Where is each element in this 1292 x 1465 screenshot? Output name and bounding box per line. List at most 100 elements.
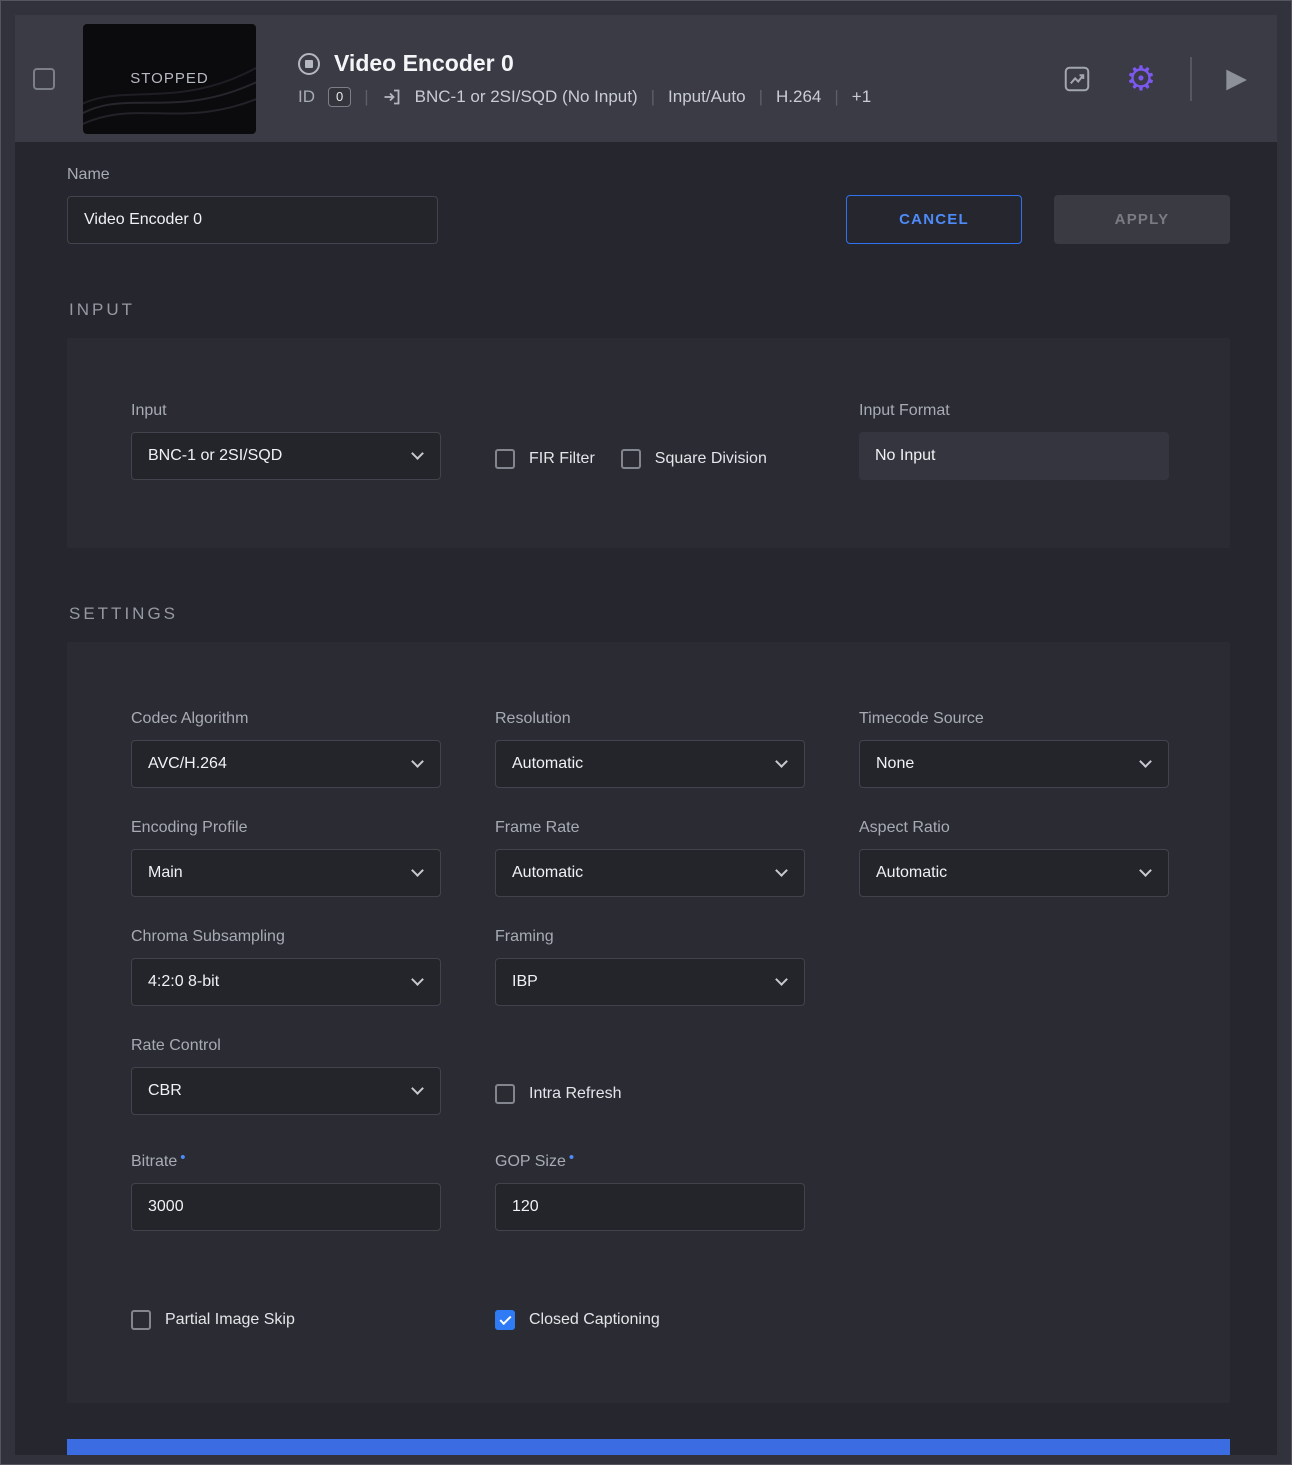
codec-algorithm-label: Codec Algorithm bbox=[131, 710, 441, 728]
chevron-down-icon bbox=[411, 1082, 424, 1095]
frame-rate-group: Frame Rate Automatic bbox=[495, 819, 805, 897]
id-label: ID bbox=[298, 87, 315, 107]
gop-size-label: GOP Size bbox=[495, 1149, 805, 1171]
apply-button[interactable]: APPLY bbox=[1054, 195, 1230, 244]
chevron-down-icon bbox=[775, 864, 788, 877]
input-format-text: No Input bbox=[875, 447, 935, 465]
fir-filter-label[interactable]: FIR Filter bbox=[529, 450, 595, 468]
meta-input-source: BNC-1 or 2SI/SQD (No Input) bbox=[415, 87, 638, 107]
closed-captioning-checkbox[interactable] bbox=[495, 1310, 515, 1330]
partial-image-skip-check-item: Partial Image Skip bbox=[131, 1310, 441, 1330]
input-format-label: Input Format bbox=[859, 402, 1169, 420]
name-field-group: Name bbox=[67, 166, 438, 244]
stats-chart-button[interactable] bbox=[1062, 64, 1092, 94]
settings-gear-button[interactable]: ⚙ bbox=[1126, 62, 1156, 96]
title-row: Video Encoder 0 bbox=[298, 50, 871, 77]
name-row: Name CANCEL APPLY bbox=[67, 166, 1230, 244]
intra-refresh-checkbox[interactable] bbox=[495, 1084, 515, 1104]
input-panel: Input BNC-1 or 2SI/SQD FIR Filter Square… bbox=[67, 338, 1230, 548]
encoding-profile-label: Encoding Profile bbox=[131, 819, 441, 837]
framing-select[interactable]: IBP bbox=[495, 958, 805, 1006]
aspect-ratio-group: Aspect Ratio Automatic bbox=[859, 819, 1169, 897]
page-title: Video Encoder 0 bbox=[334, 50, 514, 77]
settings-section-heading: SETTINGS bbox=[69, 604, 1230, 624]
meta-separator: | bbox=[364, 87, 368, 107]
input-select-group: Input BNC-1 or 2SI/SQD bbox=[131, 402, 441, 483]
chevron-down-icon bbox=[1139, 864, 1152, 877]
closed-captioning-label[interactable]: Closed Captioning bbox=[529, 1311, 660, 1329]
settings-panel: Codec Algorithm AVC/H.264 Resolution Aut… bbox=[67, 642, 1230, 1403]
square-division-checkbox[interactable] bbox=[621, 449, 641, 469]
footer-accent-bar bbox=[67, 1439, 1230, 1455]
resolution-label: Resolution bbox=[495, 710, 805, 728]
chevron-down-icon bbox=[775, 973, 788, 986]
input-format-value: No Input bbox=[859, 432, 1169, 480]
preview-thumbnail: STOPPED bbox=[83, 24, 256, 134]
encoder-card: STOPPED Video Encoder 0 ID 0 | BNC-1 bbox=[15, 15, 1277, 1455]
input-section-heading: INPUT bbox=[69, 300, 1230, 320]
chevron-down-icon bbox=[411, 755, 424, 768]
stopped-status-icon bbox=[298, 53, 320, 75]
meta-separator: | bbox=[651, 87, 655, 107]
rate-control-label: Rate Control bbox=[131, 1037, 441, 1055]
chevron-down-icon bbox=[1139, 755, 1152, 768]
square-division-label[interactable]: Square Division bbox=[655, 450, 767, 468]
meta-separator: | bbox=[834, 87, 838, 107]
codec-algorithm-group: Codec Algorithm AVC/H.264 bbox=[131, 710, 441, 788]
meta-more-count[interactable]: +1 bbox=[852, 87, 871, 107]
frame-rate-select[interactable]: Automatic bbox=[495, 849, 805, 897]
name-label: Name bbox=[67, 166, 438, 184]
intra-refresh-check-item: Intra Refresh bbox=[495, 1070, 805, 1118]
encoding-profile-group: Encoding Profile Main bbox=[131, 819, 441, 897]
frame-rate-value: Automatic bbox=[512, 864, 583, 882]
id-badge: 0 bbox=[328, 87, 351, 107]
chroma-subsampling-group: Chroma Subsampling 4:2:0 8-bit bbox=[131, 928, 441, 1006]
chroma-subsampling-select[interactable]: 4:2:0 8-bit bbox=[131, 958, 441, 1006]
chart-icon bbox=[1062, 64, 1092, 94]
input-label: Input bbox=[131, 402, 441, 420]
fir-filter-check-item: FIR Filter bbox=[495, 449, 595, 469]
framing-value: IBP bbox=[512, 973, 538, 991]
meta-codec: H.264 bbox=[776, 87, 821, 107]
timecode-source-label: Timecode Source bbox=[859, 710, 1169, 728]
app-frame: STOPPED Video Encoder 0 ID 0 | BNC-1 bbox=[0, 0, 1292, 1465]
aspect-ratio-value: Automatic bbox=[876, 864, 947, 882]
name-input[interactable] bbox=[67, 196, 438, 244]
partial-image-skip-checkbox[interactable] bbox=[131, 1310, 151, 1330]
timecode-source-value: None bbox=[876, 755, 914, 773]
chevron-down-icon bbox=[775, 755, 788, 768]
input-format-group: Input Format No Input bbox=[859, 402, 1169, 483]
aspect-ratio-select[interactable]: Automatic bbox=[859, 849, 1169, 897]
play-icon: ▶ bbox=[1226, 65, 1247, 92]
start-encoder-button[interactable]: ▶ bbox=[1226, 65, 1247, 92]
gop-size-group: GOP Size bbox=[495, 1149, 805, 1231]
cancel-button[interactable]: CANCEL bbox=[846, 195, 1022, 244]
resolution-group: Resolution Automatic bbox=[495, 710, 805, 788]
bitrate-group: Bitrate bbox=[131, 1149, 441, 1231]
bitrate-input[interactable] bbox=[131, 1183, 441, 1231]
thumbnail-status-label: STOPPED bbox=[130, 70, 208, 87]
resolution-value: Automatic bbox=[512, 755, 583, 773]
codec-algorithm-select[interactable]: AVC/H.264 bbox=[131, 740, 441, 788]
encoding-profile-select[interactable]: Main bbox=[131, 849, 441, 897]
resolution-select[interactable]: Automatic bbox=[495, 740, 805, 788]
chevron-down-icon bbox=[411, 864, 424, 877]
chroma-subsampling-value: 4:2:0 8-bit bbox=[148, 973, 219, 991]
fir-filter-checkbox[interactable] bbox=[495, 449, 515, 469]
select-encoder-checkbox[interactable] bbox=[33, 68, 55, 90]
input-source-icon bbox=[382, 87, 402, 107]
header-bar: STOPPED Video Encoder 0 ID 0 | BNC-1 bbox=[15, 15, 1277, 142]
square-division-check-item: Square Division bbox=[621, 449, 767, 469]
codec-algorithm-value: AVC/H.264 bbox=[148, 755, 227, 773]
input-select[interactable]: BNC-1 or 2SI/SQD bbox=[131, 432, 441, 480]
intra-refresh-label[interactable]: Intra Refresh bbox=[529, 1085, 621, 1103]
gop-size-input[interactable] bbox=[495, 1183, 805, 1231]
aspect-ratio-label: Aspect Ratio bbox=[859, 819, 1169, 837]
rate-control-select[interactable]: CBR bbox=[131, 1067, 441, 1115]
partial-image-skip-label[interactable]: Partial Image Skip bbox=[165, 1311, 295, 1329]
rate-control-group: Rate Control CBR bbox=[131, 1037, 441, 1118]
meta-row: ID 0 | BNC-1 or 2SI/SQD (No Input) | Inp… bbox=[298, 87, 871, 107]
encoding-profile-value: Main bbox=[148, 864, 183, 882]
timecode-source-select[interactable]: None bbox=[859, 740, 1169, 788]
encoder-form: Name CANCEL APPLY INPUT Input BNC-1 or 2… bbox=[15, 142, 1277, 1455]
